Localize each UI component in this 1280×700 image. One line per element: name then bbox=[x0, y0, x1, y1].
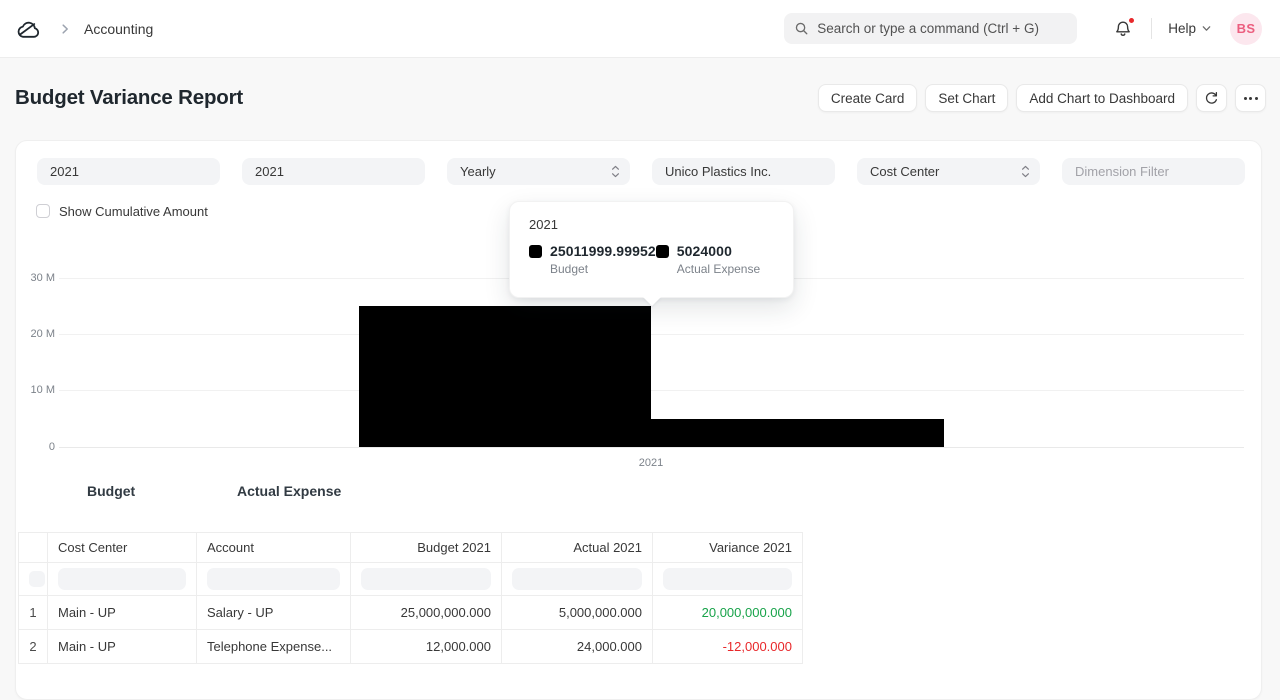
create-card-button[interactable]: Create Card bbox=[817, 84, 918, 112]
chart-tooltip: 2021 25011999.99952 Budget 5024000 Actua… bbox=[509, 201, 794, 298]
chevron-right-icon bbox=[58, 22, 72, 36]
tooltip-item-budget: 25011999.99952 Budget bbox=[529, 243, 656, 276]
select-updown-icon bbox=[612, 165, 620, 178]
variance-column-filter[interactable] bbox=[663, 568, 792, 590]
account-cell: Salary - UP bbox=[196, 595, 351, 630]
select-updown-icon bbox=[1022, 165, 1030, 178]
dimension-filter-input[interactable]: Dimension Filter bbox=[1062, 158, 1245, 185]
help-label: Help bbox=[1168, 21, 1196, 36]
x-axis-tick: 2021 bbox=[638, 457, 664, 469]
breadcrumb-accounting[interactable]: Accounting bbox=[84, 21, 153, 37]
set-chart-button[interactable]: Set Chart bbox=[925, 84, 1009, 112]
actual-cell: 5,000,000.000 bbox=[501, 595, 653, 630]
global-search[interactable] bbox=[784, 13, 1078, 44]
header-variance[interactable]: Variance 2021 bbox=[652, 532, 803, 563]
gridline-20m bbox=[59, 334, 1244, 335]
tooltip-item-actual: 5024000 Actual Expense bbox=[655, 243, 774, 276]
actual-cell: 24,000.000 bbox=[501, 629, 653, 664]
notification-dot bbox=[1128, 16, 1136, 24]
more-options-icon bbox=[1243, 96, 1258, 100]
actual-column-filter[interactable] bbox=[512, 568, 642, 590]
table-row: 1 Main - UP Salary - UP 25,000,000.000 5… bbox=[18, 595, 803, 630]
report-card: 2021 2021 Yearly Unico Plastics Inc. Cos… bbox=[15, 140, 1262, 700]
actual-expense-bar[interactable] bbox=[651, 419, 944, 447]
add-chart-to-dashboard-button[interactable]: Add Chart to Dashboard bbox=[1016, 84, 1188, 112]
budget-against-select[interactable]: Cost Center bbox=[857, 158, 1040, 185]
cloud-logo-icon bbox=[17, 21, 40, 38]
tooltip-caret bbox=[643, 297, 661, 306]
notifications-button[interactable] bbox=[1113, 16, 1136, 39]
nav-divider bbox=[1151, 18, 1153, 39]
header-index bbox=[18, 532, 48, 563]
from-fiscal-year-filter[interactable]: 2021 bbox=[37, 158, 220, 185]
account-cell: Telephone Expense... bbox=[196, 629, 351, 664]
refresh-button[interactable] bbox=[1196, 84, 1227, 112]
page-header: Budget Variance Report Create Card Set C… bbox=[0, 58, 1280, 138]
cost-center-column-filter[interactable] bbox=[58, 568, 186, 590]
budget-swatch-icon bbox=[529, 244, 542, 258]
y-axis-tick: 0 bbox=[48, 441, 55, 453]
y-axis-tick: 20 M bbox=[30, 328, 55, 340]
search-input[interactable] bbox=[817, 21, 1068, 36]
table-filter-row bbox=[18, 562, 803, 596]
chevron-down-icon bbox=[1202, 26, 1211, 31]
report-table: Cost Center Account Budget 2021 Actual 2… bbox=[18, 532, 803, 664]
filter-bar: 2021 2021 Yearly Unico Plastics Inc. Cos… bbox=[37, 158, 1245, 185]
show-cumulative-label: Show Cumulative Amount bbox=[59, 203, 208, 219]
search-icon bbox=[796, 22, 808, 35]
table-header-row: Cost Center Account Budget 2021 Actual 2… bbox=[18, 532, 803, 563]
show-cumulative-toggle[interactable]: Show Cumulative Amount bbox=[36, 203, 208, 219]
budget-column-filter[interactable] bbox=[361, 568, 491, 590]
more-options-button[interactable] bbox=[1235, 84, 1266, 112]
row-select-filter[interactable] bbox=[29, 571, 45, 587]
actual-swatch-icon bbox=[655, 244, 669, 258]
header-budget[interactable]: Budget 2021 bbox=[350, 532, 502, 563]
app-logo[interactable] bbox=[14, 17, 44, 41]
gridline-zero bbox=[59, 447, 1244, 448]
variance-cell: -12,000.000 bbox=[652, 629, 803, 664]
company-filter[interactable]: Unico Plastics Inc. bbox=[652, 158, 835, 185]
page-title: Budget Variance Report bbox=[15, 86, 243, 109]
legend-actual-expense[interactable]: Actual Expense bbox=[237, 483, 341, 499]
help-menu[interactable]: Help bbox=[1168, 21, 1212, 36]
account-column-filter[interactable] bbox=[207, 568, 340, 590]
budget-cell: 12,000.000 bbox=[350, 629, 502, 664]
row-index: 1 bbox=[18, 595, 48, 630]
header-account[interactable]: Account bbox=[196, 532, 351, 563]
period-select[interactable]: Yearly bbox=[447, 158, 630, 185]
to-fiscal-year-filter[interactable]: 2021 bbox=[242, 158, 425, 185]
top-navbar: Accounting Help BS bbox=[0, 0, 1280, 58]
row-index: 2 bbox=[18, 629, 48, 664]
header-actual[interactable]: Actual 2021 bbox=[501, 532, 653, 563]
cost-center-cell: Main - UP bbox=[47, 595, 197, 630]
budget-cell: 25,000,000.000 bbox=[350, 595, 502, 630]
y-axis-tick: 30 M bbox=[30, 272, 55, 284]
header-cost-center[interactable]: Cost Center bbox=[47, 532, 197, 563]
table-row: 2 Main - UP Telephone Expense... 12,000.… bbox=[18, 629, 803, 664]
variance-cell: 20,000,000.000 bbox=[652, 595, 803, 630]
refresh-icon bbox=[1205, 91, 1218, 104]
legend-budget[interactable]: Budget bbox=[87, 483, 135, 499]
user-avatar[interactable]: BS bbox=[1230, 12, 1262, 45]
tooltip-title: 2021 bbox=[529, 217, 558, 232]
budget-bar[interactable] bbox=[359, 306, 651, 447]
gridline-10m bbox=[59, 390, 1244, 391]
cost-center-cell: Main - UP bbox=[47, 629, 197, 664]
y-axis-tick: 10 M bbox=[30, 384, 55, 396]
checkbox-icon[interactable] bbox=[36, 204, 50, 218]
